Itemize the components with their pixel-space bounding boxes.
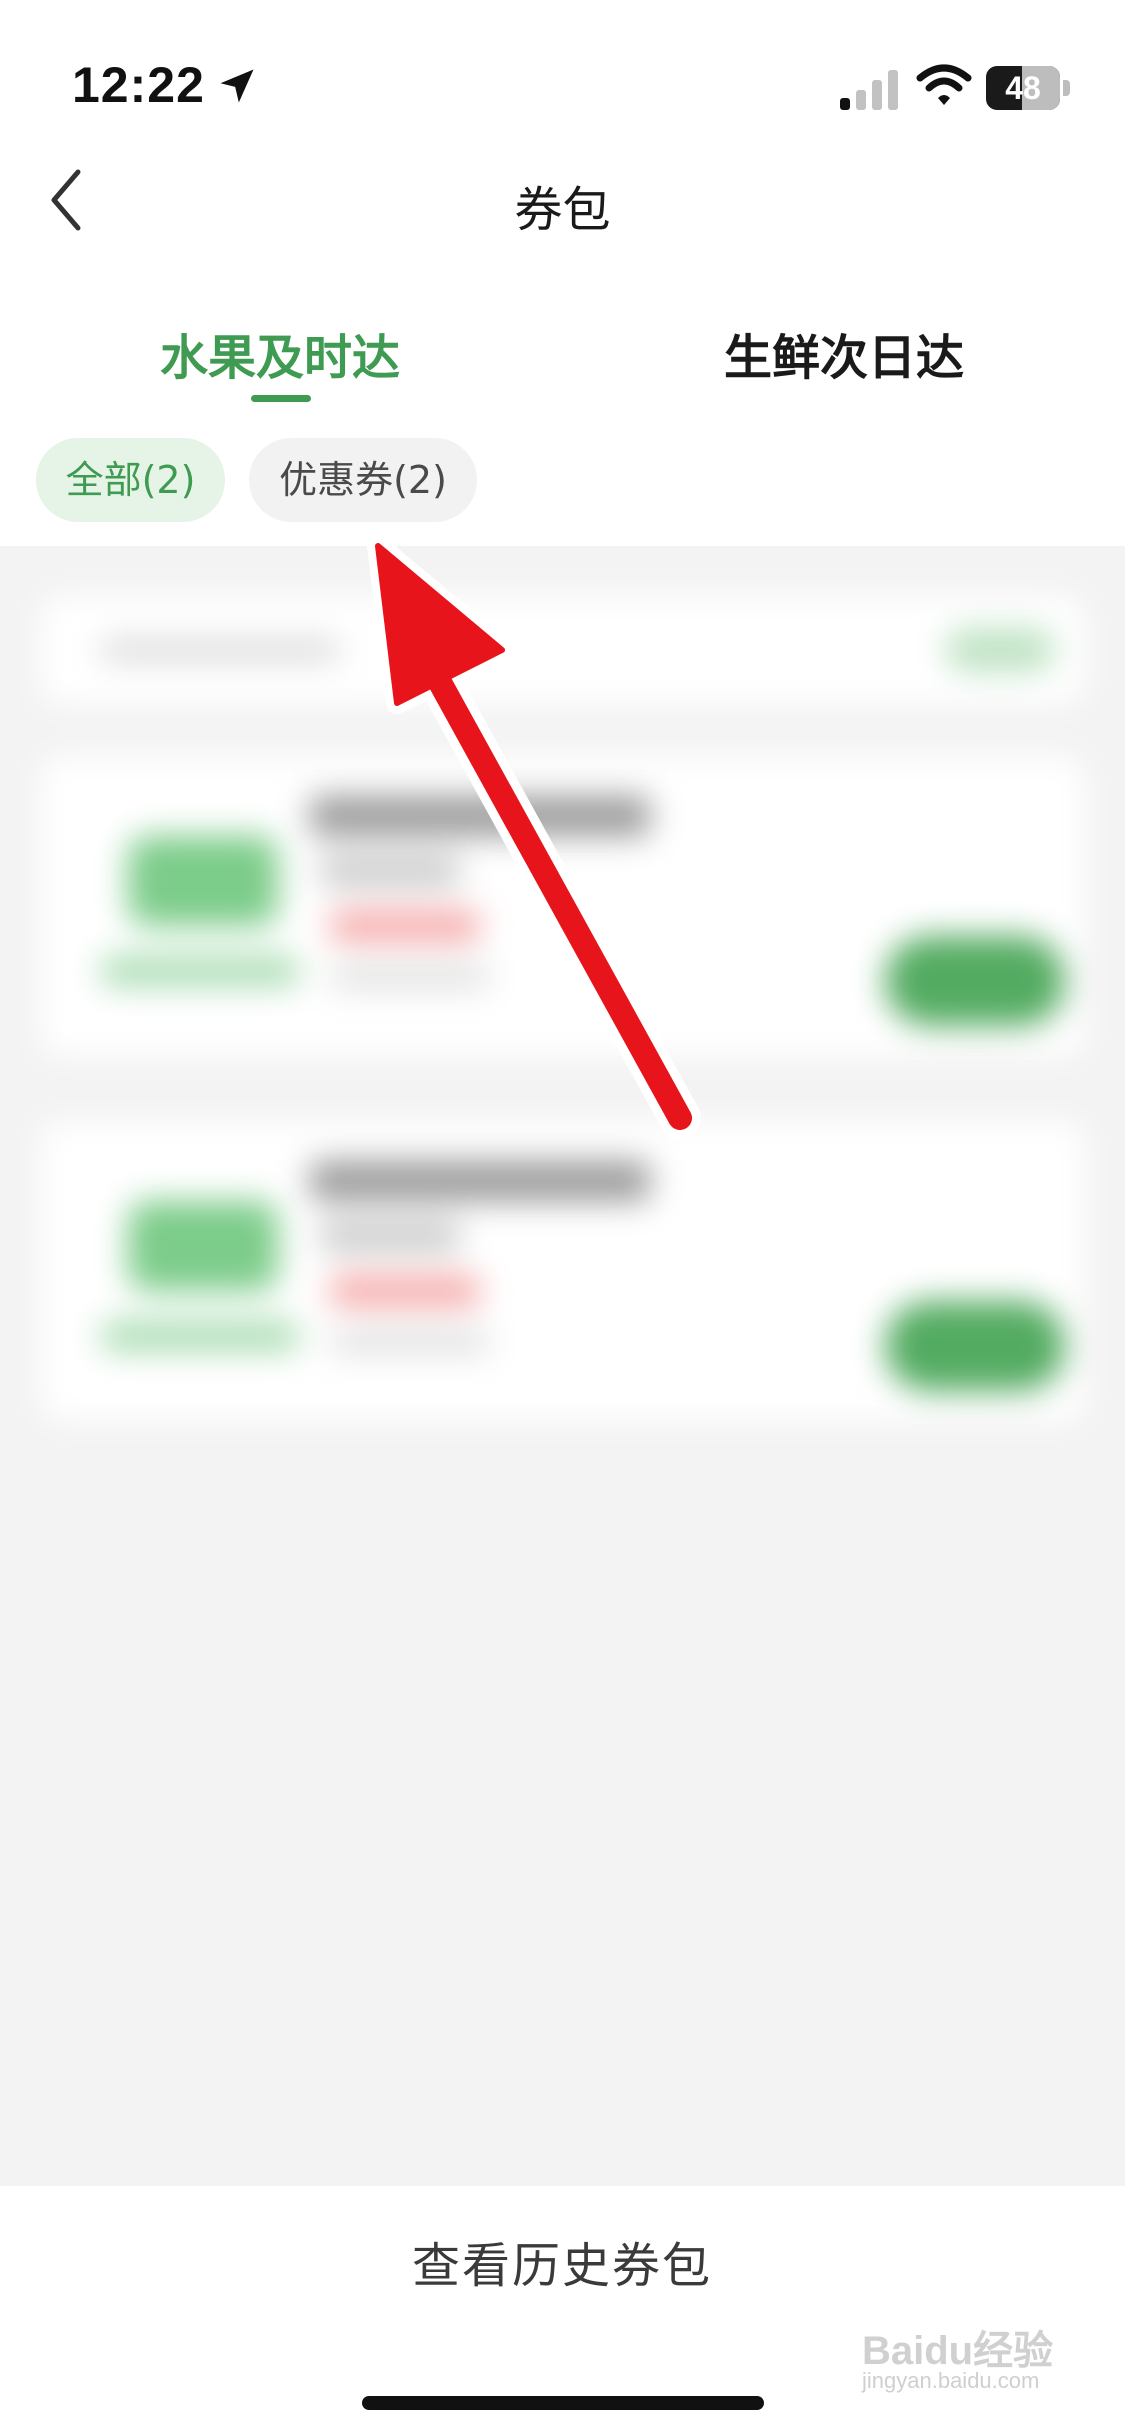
home-indicator [362, 2396, 764, 2410]
baidu-watermark-url: jingyan.baidu.com [862, 2368, 1040, 2393]
status-time: 12:22 [72, 57, 205, 113]
location-arrow-icon [220, 69, 254, 103]
status-bar: 12:22 48 [0, 0, 1125, 180]
tab-fruit-instant-delivery[interactable]: 水果及时达 [160, 318, 400, 388]
page-title: 券包 [514, 182, 611, 238]
filter-chip-all[interactable]: 全部(2) [36, 438, 225, 522]
coupon-card[interactable] [40, 1121, 1085, 1421]
coupon-card[interactable] [40, 756, 1085, 1056]
coupon-card-icon [128, 1201, 278, 1291]
coupon-card-icon [128, 836, 278, 926]
wifi-icon [916, 64, 972, 105]
filter-chip-coupons[interactable]: 优惠券(2) [249, 438, 477, 522]
coupon-hint-bar [40, 596, 1085, 704]
tab-fresh-next-day[interactable]: 生鲜次日达 [724, 318, 964, 388]
cellular-signal-icon [840, 70, 898, 110]
battery-level-text: 48 [1005, 70, 1041, 106]
active-tab-indicator [251, 395, 311, 402]
view-history-coupons-button[interactable]: 查看历史券包 [312, 2226, 812, 2306]
coupon-use-button[interactable] [885, 1301, 1065, 1391]
battery-indicator: 48 [986, 66, 1070, 110]
coupon-use-button[interactable] [885, 936, 1065, 1026]
coupon-list-area [0, 546, 1125, 2186]
